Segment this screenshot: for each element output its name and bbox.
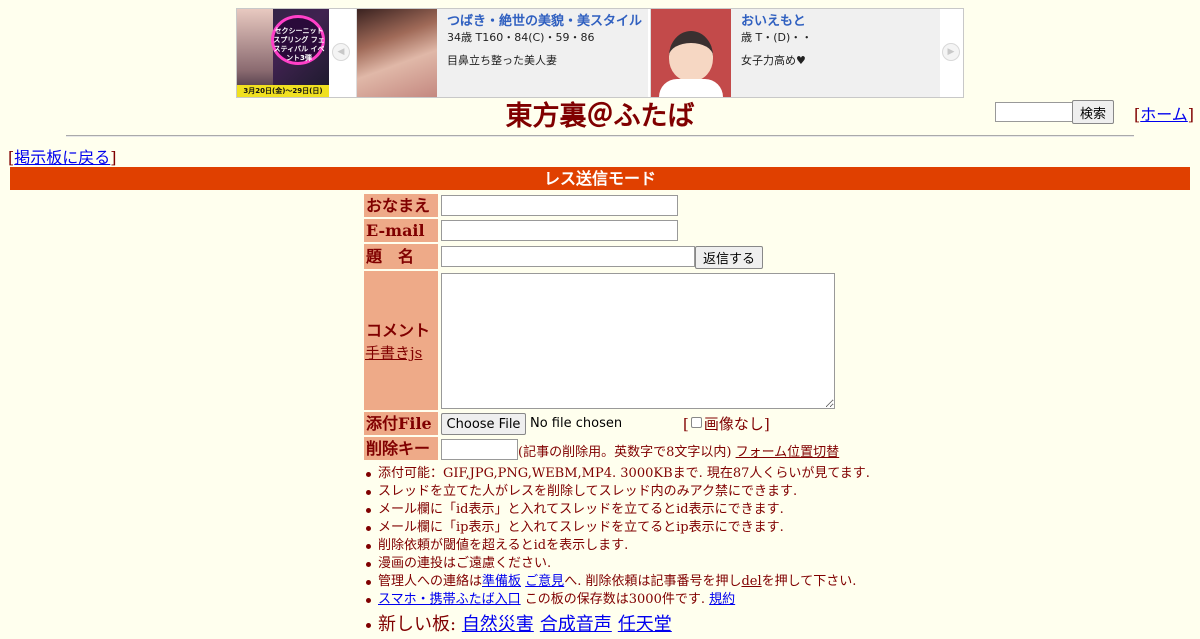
ad-promo-image[interactable]: セクシーニット スプリング フェスティバル イベント3弾 3月20日(金)〜29… xyxy=(237,9,329,97)
board-link[interactable]: 合成音声 xyxy=(540,614,612,635)
divider xyxy=(66,135,1134,137)
ad-card[interactable]: おいえもと 歳 T・(D)・・ 女子力高め♥ xyxy=(650,9,940,97)
file-label: 添付File xyxy=(364,412,438,435)
subject-label: 題 名 xyxy=(364,244,438,269)
choose-file-button[interactable]: Choose File xyxy=(441,413,526,435)
oekaki-js-link[interactable]: 手書きjs xyxy=(365,342,422,363)
email-field[interactable] xyxy=(441,220,678,241)
list-item: 管理人への連絡は準備板 ご意見へ. 削除依頼は記事番号を押しdelを押して下さい… xyxy=(364,573,924,591)
feedback-link[interactable]: ご意見 xyxy=(525,574,564,589)
chevron-right-icon[interactable]: ▶ xyxy=(942,43,960,61)
avatar xyxy=(651,9,731,97)
comment-label-cell: コメント xyxy=(364,271,438,410)
list-item: 添付可能：GIF,JPG,PNG,WEBM,MP4. 3000KBまで. 現在8… xyxy=(364,465,924,483)
no-image-checkbox[interactable] xyxy=(690,417,702,428)
list-item: メール欄に「id表示」と入れてスレッドを立てるとid表示にできます. xyxy=(364,501,924,519)
reply-mode-bar: レス送信モード xyxy=(10,167,1190,190)
card-name[interactable]: おいえもと xyxy=(741,13,934,31)
delete-request-tail: を押して下さい. xyxy=(761,574,857,589)
storage-count-text: この板の保存数は3000件です. xyxy=(524,592,705,607)
delete-key-field[interactable] xyxy=(441,439,518,460)
card-spec: 歳 T・(D)・・ xyxy=(741,31,813,44)
junbi-board-link[interactable]: 準備板 xyxy=(482,574,521,589)
search-button[interactable]: 検索 xyxy=(1072,100,1114,124)
promo-text: セクシーニット スプリング フェスティバル イベント3弾 xyxy=(273,27,325,62)
delete-key-note: (記事の削除用。英数字で8文字以内) フォーム位置切替 xyxy=(518,441,839,460)
avatar-body-icon xyxy=(659,79,723,97)
back-link-wrapper: [掲示板に戻る] xyxy=(8,148,117,167)
new-boards: 新しい板: 自然災害 合成音声 任天堂 xyxy=(364,609,924,637)
contact-text: 管理人への連絡は xyxy=(378,574,483,589)
back-to-board-link[interactable]: 掲示板に戻る xyxy=(14,148,110,167)
home-link[interactable]: ホーム xyxy=(1140,105,1188,124)
no-image-label: 画像なし xyxy=(703,415,764,433)
home-link-wrapper: [ホーム] xyxy=(1134,105,1195,124)
subject-field[interactable] xyxy=(441,246,695,267)
form-position-toggle[interactable]: フォーム位置切替 xyxy=(736,445,840,460)
promo-date: 3月20日(金)〜29日(日) xyxy=(237,85,329,97)
delete-key-hint: (記事の削除用。英数字で8文字以内) xyxy=(518,445,732,460)
name-label: おなまえ xyxy=(364,194,438,217)
list-item: 削除依頼が閾値を超えるとidを表示します. xyxy=(364,537,924,555)
card-photo xyxy=(357,9,437,97)
new-boards-label: 新しい板: xyxy=(378,614,457,635)
list-item: スマホ・携帯ふたば入口 この板の保存数は3000件です. 規約 xyxy=(364,591,924,609)
avatar-face-icon xyxy=(669,31,713,81)
card-spec: 34歳 T160・84(C)・59・86 xyxy=(447,31,595,44)
ad-banner[interactable]: セクシーニット スプリング フェスティバル イベント3弾 3月20日(金)〜29… xyxy=(236,8,964,98)
promo-photo xyxy=(237,9,273,97)
card-name[interactable]: つばき・絶世の美貌・美スタイル xyxy=(447,13,642,31)
search-input[interactable] xyxy=(995,102,1073,122)
card-catchphrase: 女子力高め♥ xyxy=(741,54,806,67)
board-link[interactable]: 自然災害 xyxy=(462,614,534,635)
email-label: E-mail xyxy=(364,219,438,242)
list-item: スレッドを立てた人がレスを削除してスレッド内のみアク禁にできます. xyxy=(364,483,924,501)
chevron-left-icon[interactable]: ◀ xyxy=(332,43,350,61)
file-status: No file chosen xyxy=(530,416,623,431)
rules-link[interactable]: 規約 xyxy=(709,592,735,607)
board-notes: 添付可能：GIF,JPG,PNG,WEBM,MP4. 3000KBまで. 現在8… xyxy=(364,465,924,637)
submit-reply-button[interactable]: 返信する xyxy=(695,246,763,269)
ad-card[interactable]: つばき・絶世の美貌・美スタイル 34歳 T160・84(C)・59・86 目鼻立… xyxy=(356,9,648,97)
card-catchphrase: 目鼻立ち整った美人妻 xyxy=(447,54,557,67)
list-item: メール欄に「ip表示」と入れてスレッドを立てるとip表示にできます. xyxy=(364,519,924,537)
comment-label: コメント xyxy=(366,321,431,340)
del-link[interactable]: del xyxy=(741,574,761,589)
delete-request-text: へ. 削除依頼は記事番号を押し xyxy=(564,574,742,589)
no-image-option[interactable]: [画像なし] xyxy=(683,413,770,434)
name-field[interactable] xyxy=(441,195,678,216)
list-item: 漫画の連投はご遠慮ください. xyxy=(364,555,924,573)
board-link[interactable]: 任天堂 xyxy=(618,614,672,635)
mobile-entrance-link[interactable]: スマホ・携帯ふたば入口 xyxy=(378,592,521,607)
delete-key-label: 削除キー xyxy=(364,437,438,460)
comment-textarea[interactable] xyxy=(441,273,835,409)
